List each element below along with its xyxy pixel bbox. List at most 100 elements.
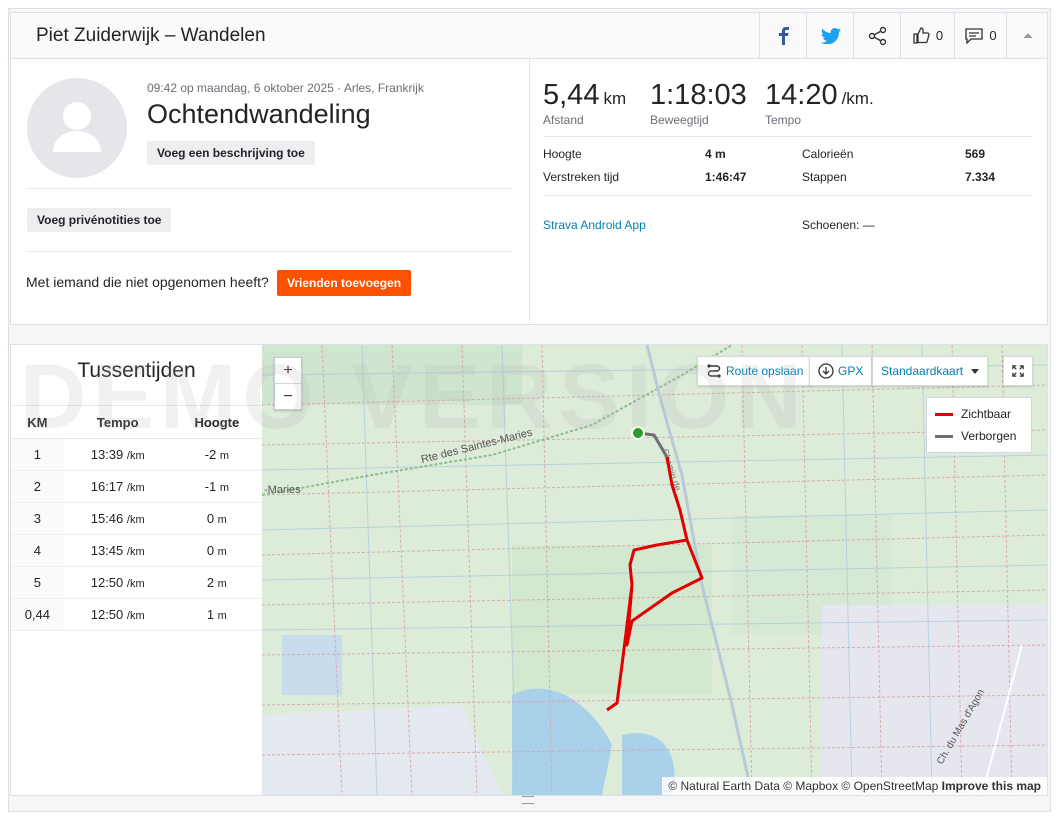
map-type-select[interactable]: Standaardkaart xyxy=(872,356,989,386)
kudos-button[interactable]: 0 xyxy=(900,13,955,58)
activity-summary-panel: Piet Zuiderwijk – Wandelen 0 0 09:42 op … xyxy=(10,12,1048,325)
device-link[interactable]: Strava Android App xyxy=(543,218,646,232)
pace-unit: /km xyxy=(126,514,145,526)
table-row: 4 13:45 /km 0 m xyxy=(11,534,262,567)
column-header-elevation: Hoogte xyxy=(171,405,262,439)
splits-panel: Tussentijden KM Tempo Hoogte 1 13:39 /km… xyxy=(11,345,262,795)
split-pace-value: 13:45 xyxy=(90,543,124,558)
friends-prompt: Met iemand die niet opgenomen heeft? xyxy=(26,274,269,290)
split-km: 3 xyxy=(11,502,64,535)
legend-swatch xyxy=(935,434,953,438)
attribution-text[interactable]: © Natural Earth Data © Mapbox © OpenStre… xyxy=(668,779,938,793)
activity-info: 09:42 op maandag, 6 oktober 2025 · Arles… xyxy=(11,59,530,323)
splits-header-row: KM Tempo Hoogte xyxy=(11,405,262,439)
divider xyxy=(543,195,1032,196)
calories-label: Calorieën xyxy=(802,147,854,161)
improve-map-link[interactable]: Improve this map xyxy=(942,779,1041,793)
distance-stat: 5,44 km xyxy=(543,79,626,112)
split-pace-value: 12:50 xyxy=(90,607,124,622)
split-elevation-value: 0 xyxy=(206,543,215,558)
expand-icon xyxy=(1012,365,1024,377)
activity-meta: 09:42 op maandag, 6 oktober 2025 · Arles… xyxy=(147,81,424,95)
chevron-up-icon xyxy=(1023,33,1032,39)
gpx-button[interactable]: GPX xyxy=(809,356,873,386)
save-route-button[interactable]: Route opslaan xyxy=(697,356,813,386)
split-elevation: 0 m xyxy=(171,502,262,535)
activity-name[interactable]: Ochtendwandeling xyxy=(147,99,371,130)
moving-time-value: 1:18:03 xyxy=(650,79,747,111)
splits-table: KM Tempo Hoogte 1 13:39 /km -2 m 2 16:17… xyxy=(11,405,262,631)
facebook-share-button[interactable] xyxy=(759,13,807,58)
distance-value: 5,44 xyxy=(543,79,600,111)
elevation-value: 4 m xyxy=(705,147,726,161)
thumbs-up-icon xyxy=(913,27,930,44)
comments-count: 0 xyxy=(989,28,997,43)
distance-label: Afstand xyxy=(543,113,584,127)
pace-unit: /km xyxy=(126,482,145,494)
start-marker[interactable] xyxy=(631,426,645,440)
comments-button[interactable]: 0 xyxy=(954,13,1007,58)
split-elevation-value: -1 xyxy=(204,479,217,494)
divider xyxy=(27,188,513,189)
split-elevation-value: -2 xyxy=(204,447,217,462)
kudos-count: 0 xyxy=(935,28,944,43)
split-pace: 13:39 /km xyxy=(63,438,172,471)
distance-unit: km xyxy=(603,89,627,108)
table-row: 1 13:39 /km -2 m xyxy=(11,438,262,471)
zoom-control: + − xyxy=(274,357,302,410)
steps-label: Stappen xyxy=(802,170,847,184)
split-pace-value: 15:46 xyxy=(90,511,124,526)
zoom-in-button[interactable]: + xyxy=(275,358,301,384)
elevation-unit: m xyxy=(217,546,227,558)
elevation-unit: m xyxy=(219,482,229,494)
steps-value: 7.334 xyxy=(965,170,996,184)
activity-header: Piet Zuiderwijk – Wandelen 0 0 xyxy=(11,13,1047,59)
pace-label: Tempo xyxy=(765,113,802,127)
split-km: 5 xyxy=(11,566,64,599)
pace-unit: /km xyxy=(126,546,145,558)
page-title: Piet Zuiderwijk – Wandelen xyxy=(36,25,266,46)
split-elevation: 2 m xyxy=(171,566,262,599)
pace-stat: 14:20/km. xyxy=(765,79,874,112)
pace-value: 14:20 xyxy=(765,79,838,111)
table-row: 2 16:17 /km -1 m xyxy=(11,470,262,503)
fullscreen-button[interactable] xyxy=(1003,356,1033,386)
split-elevation: -2 m xyxy=(171,438,262,471)
table-row: 3 15:46 /km 0 m xyxy=(11,502,262,535)
calories-value: 569 xyxy=(965,147,986,161)
shoes-info: Schoenen: — xyxy=(802,218,875,232)
twitter-share-button[interactable] xyxy=(806,13,854,58)
activity-detail-section: Tussentijden KM Tempo Hoogte 1 13:39 /km… xyxy=(10,344,1048,796)
split-elevation-value: 0 xyxy=(206,511,215,526)
moving-time-label: Beweegtijd xyxy=(650,113,709,127)
pace-unit: /km. xyxy=(841,89,874,108)
add-description-button[interactable]: Voeg een beschrijving toe xyxy=(147,141,315,165)
route-map[interactable]: Rte des Saintes-Maries -Maries Ch. du Ma… xyxy=(262,345,1047,795)
zoom-out-button[interactable]: − xyxy=(275,384,301,409)
collapse-button[interactable] xyxy=(1006,13,1048,58)
resize-handle[interactable] xyxy=(522,796,534,804)
pace-unit: /km xyxy=(126,450,145,462)
elevation-label: Hoogte xyxy=(543,147,582,161)
legend-visible: Zichtbaar xyxy=(935,407,1011,421)
split-elevation-value: 2 xyxy=(206,575,215,590)
table-row: 0,44 12:50 /km 1 m xyxy=(11,598,262,631)
splits-title: Tussentijden xyxy=(77,359,196,382)
avatar[interactable] xyxy=(27,78,127,178)
elevation-unit: m xyxy=(217,610,227,622)
split-km: 1 xyxy=(11,438,64,471)
split-pace-value: 16:17 xyxy=(90,479,124,494)
elevation-unit: m xyxy=(217,578,227,590)
add-private-notes-button[interactable]: Voeg privénotities toe xyxy=(27,208,172,232)
elapsed-time-value: 1:46:47 xyxy=(705,170,747,184)
elevation-unit: m xyxy=(217,514,227,526)
road-label: -Maries xyxy=(264,484,301,496)
pace-unit: /km xyxy=(126,578,145,590)
share-button[interactable] xyxy=(853,13,901,58)
add-friends-button[interactable]: Vrienden toevoegen xyxy=(277,270,412,296)
pace-unit: /km xyxy=(126,610,145,622)
split-pace: 12:50 /km xyxy=(63,598,172,631)
divider xyxy=(543,136,1032,137)
route-icon xyxy=(707,364,721,378)
split-pace: 13:45 /km xyxy=(63,534,172,567)
